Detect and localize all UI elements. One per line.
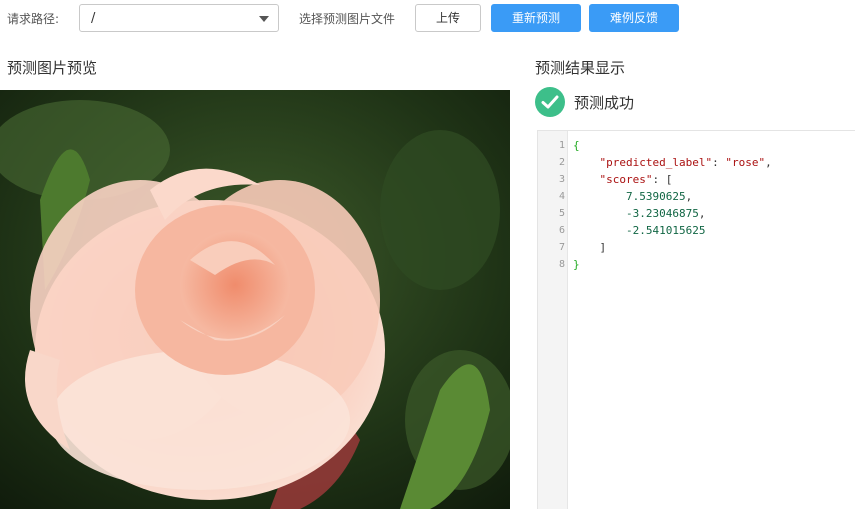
line-number: 4 — [558, 191, 565, 202]
code-line: 6 -2.541015625 — [538, 222, 855, 239]
code-line: 3 "scores": [ — [538, 171, 855, 188]
request-path-label: 请求路径: — [7, 12, 60, 26]
prediction-status: 预测成功 — [574, 94, 635, 112]
code-text: "scores": [ — [599, 173, 673, 186]
code-text: 7.5390625, — [625, 190, 693, 203]
code-line: 2 "predicted_label": "rose", — [538, 154, 855, 171]
preview-title: 预测图片预览 — [7, 59, 98, 77]
code-line: 8} — [538, 256, 855, 273]
line-number: 8 — [558, 259, 565, 270]
check-circle-icon — [535, 87, 565, 117]
request-path-select[interactable]: / — [79, 4, 279, 32]
line-number: 1 — [558, 140, 565, 151]
code-text: -3.23046875, — [625, 207, 706, 220]
code-text: -2.541015625 — [625, 224, 706, 237]
upload-button[interactable]: 上传 — [415, 4, 481, 32]
line-number: 7 — [558, 242, 565, 253]
json-result-viewer[interactable]: 1{2 "predicted_label": "rose", 3 "scores"… — [537, 130, 855, 509]
line-number: 3 — [558, 174, 565, 185]
code-line: 1{ — [538, 137, 855, 154]
hard-example-feedback-button[interactable]: 难例反馈 — [589, 4, 679, 32]
request-path-value: / — [91, 11, 96, 26]
code-text: ] — [573, 241, 607, 254]
toolbar: 请求路径: / 选择预测图片文件 上传 重新预测 难例反馈 — [0, 0, 855, 36]
code-text: { — [573, 139, 580, 152]
line-number: 5 — [558, 208, 565, 219]
chevron-down-icon — [259, 16, 269, 22]
code-text: "predicted_label": "rose", — [599, 156, 772, 169]
result-title: 预测结果显示 — [535, 59, 626, 77]
code-line: 4 7.5390625, — [538, 188, 855, 205]
code-line: 7 ] — [538, 239, 855, 256]
code-line: 5 -3.23046875, — [538, 205, 855, 222]
repredict-button[interactable]: 重新预测 — [491, 4, 581, 32]
code-text: } — [573, 258, 580, 271]
line-number: 6 — [558, 225, 565, 236]
line-number: 2 — [558, 157, 565, 168]
select-file-label: 选择预测图片文件 — [299, 12, 396, 26]
preview-image — [0, 90, 510, 509]
